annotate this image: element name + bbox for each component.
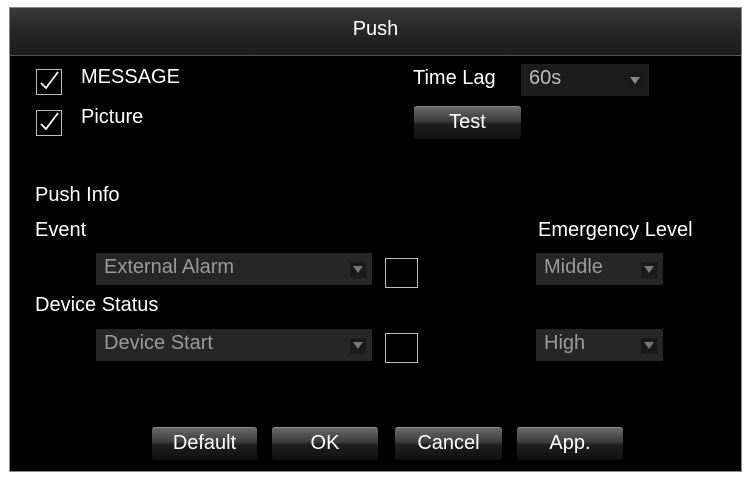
chevron-down-icon: [641, 262, 657, 278]
device-status-checkbox[interactable]: [385, 333, 418, 363]
device-status-select[interactable]: Device Start: [96, 329, 372, 361]
test-button[interactable]: Test: [414, 106, 521, 139]
event-select[interactable]: External Alarm: [96, 253, 372, 285]
default-button[interactable]: Default: [152, 427, 257, 460]
picture-checkbox[interactable]: [36, 110, 62, 136]
chevron-down-icon: [627, 73, 643, 89]
message-checkbox[interactable]: [36, 69, 62, 95]
message-label: MESSAGE: [81, 66, 180, 88]
apply-button[interactable]: App.: [517, 427, 623, 460]
device-status-level-value: High: [544, 332, 586, 354]
time-lag-label: Time Lag: [413, 67, 496, 89]
checkmark-icon: [40, 71, 59, 90]
device-status-value: Device Start: [104, 332, 213, 354]
chevron-down-icon: [641, 338, 657, 354]
picture-label: Picture: [81, 106, 144, 128]
cancel-button[interactable]: Cancel: [395, 427, 502, 460]
device-status-label: Device Status: [35, 294, 159, 316]
time-lag-select[interactable]: 60s: [521, 64, 649, 96]
event-level-value: Middle: [544, 256, 603, 278]
event-label: Event: [35, 219, 87, 241]
dialog-title: Push: [352, 18, 399, 40]
push-info-label: Push Info: [35, 184, 120, 206]
event-select-value: External Alarm: [104, 256, 235, 278]
push-dialog: Push MESSAGE Picture Time Lag 60s Test P…: [9, 7, 742, 472]
chevron-down-icon: [350, 338, 366, 354]
device-status-level-select[interactable]: High: [536, 329, 663, 361]
title-bar: Push: [10, 8, 741, 56]
ok-button[interactable]: OK: [272, 427, 378, 460]
event-checkbox[interactable]: [385, 258, 418, 288]
chevron-down-icon: [350, 262, 366, 278]
emergency-level-label: Emergency Level: [538, 219, 693, 241]
time-lag-value: 60s: [529, 67, 562, 89]
event-level-select[interactable]: Middle: [536, 253, 663, 285]
checkmark-icon: [40, 112, 59, 131]
